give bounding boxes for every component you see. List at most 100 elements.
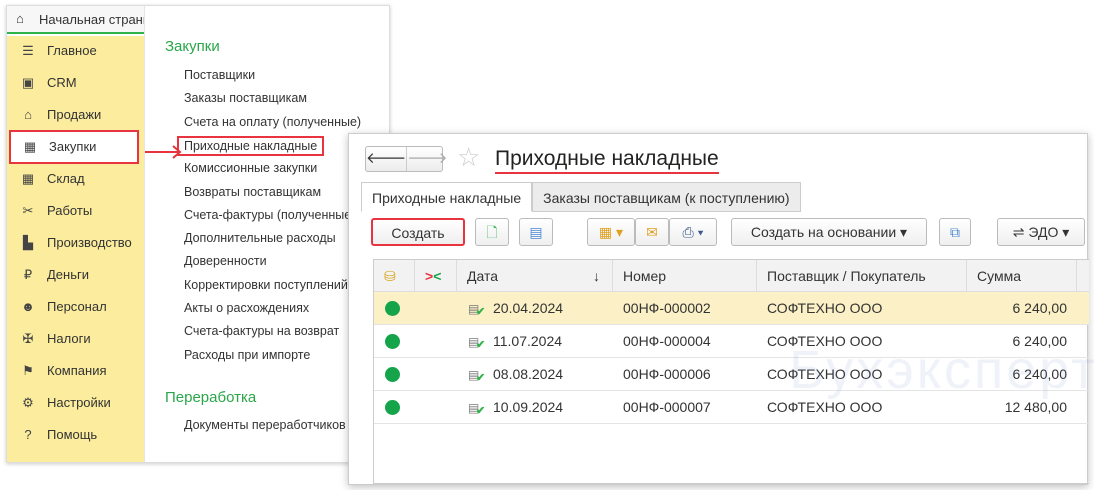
- sidebar: ☰ Главное ▣ CRM ⌂ Продажи ▦ Закупки ▦ Склад ✂ Работ…: [7, 36, 144, 462]
- menu-section-processing: Переработка: [165, 389, 257, 406]
- cell-partner: СОФТЕХНО ООО: [767, 399, 883, 415]
- column-partner[interactable]: Поставщик / Покупатель: [757, 260, 967, 291]
- sidebar-item-6[interactable]: ▙ Производство: [7, 228, 144, 260]
- menu-item[interactable]: Заказы поставщикам: [184, 91, 307, 105]
- sidebar-item-4[interactable]: ▦ Склад: [7, 164, 144, 196]
- create-button[interactable]: Создать: [371, 218, 465, 246]
- cell-date: 20.04.2024: [493, 300, 564, 316]
- exchange-icon[interactable]: ><: [415, 260, 457, 291]
- help-icon: ?: [24, 427, 32, 442]
- sidebar-item-3[interactable]: ▦ Закупки: [9, 130, 139, 164]
- basket-icon: ⌂: [24, 107, 32, 122]
- sidebar-item-8[interactable]: ☻ Персонал: [7, 292, 144, 324]
- history-nav: 🡐 🡒: [365, 146, 447, 172]
- sidebar-item-12[interactable]: ? Помощь: [7, 420, 144, 452]
- document-list-window: 🡐 🡒 ☆ Приходные накладные Приходные накла…: [348, 133, 1094, 485]
- tab-supplier-orders[interactable]: Заказы поставщикам (к поступлению): [532, 182, 801, 212]
- eagle-icon: ✠: [22, 331, 34, 346]
- status-posted-icon: [385, 400, 400, 415]
- edo-button[interactable]: ⇌ ЭДО ▾: [997, 218, 1085, 246]
- people-icon: ☻: [21, 299, 35, 314]
- table-row[interactable]: ▤ ✔ 10.09.2024 00НФ-000007 СОФТЕХНО ООО 1…: [374, 391, 1089, 424]
- tab-invoices[interactable]: Приходные накладные: [361, 182, 533, 212]
- cart-icon: ▦: [23, 139, 37, 154]
- document-posted-icon: ▤ ✔: [468, 335, 486, 351]
- menu-icon: ☰: [22, 43, 34, 58]
- home-icon: ⌂: [16, 11, 24, 26]
- sidebar-item-2[interactable]: ⌂ Продажи: [7, 100, 144, 132]
- documents-table: ⛁ >< Дата ↓ Номер Поставщик / Покупатель …: [373, 259, 1089, 484]
- table-row[interactable]: ▤ ✔ 11.07.2024 00НФ-000004 СОФТЕХНО ООО 6…: [374, 325, 1089, 358]
- sidebar-item-11[interactable]: ⚙ Настройки: [7, 388, 144, 420]
- status-posted-icon: [385, 334, 400, 349]
- menu-item[interactable]: Корректировки поступлений: [184, 278, 348, 292]
- coins-icon[interactable]: ⛁: [374, 260, 415, 291]
- print-dropdown-icon[interactable]: ⎙ ▾: [669, 218, 717, 246]
- ruble-icon: ₽: [23, 267, 33, 282]
- cell-number: 00НФ-000006: [623, 366, 711, 382]
- sidebar-item-1[interactable]: ▣ CRM: [7, 68, 144, 100]
- cell-number: 00НФ-000002: [623, 300, 711, 316]
- status-posted-icon: [385, 301, 400, 316]
- menu-item[interactable]: Приходные накладные: [177, 135, 325, 156]
- warehouse-icon: ▦: [21, 171, 35, 186]
- column-sum[interactable]: Сумма: [967, 260, 1077, 291]
- sidebar-item-9[interactable]: ✠ Налоги: [7, 324, 144, 356]
- document-posted-icon: ▤ ✔: [468, 401, 486, 417]
- cell-partner: СОФТЕХНО ООО: [767, 333, 883, 349]
- menu-item[interactable]: Поставщики: [184, 68, 255, 82]
- cell-date: 11.07.2024: [493, 333, 563, 349]
- tools-icon: ✂: [22, 203, 34, 218]
- add-document-icon[interactable]: 🗋: [475, 218, 509, 246]
- menu-item[interactable]: Счета на оплату (полученные): [184, 115, 361, 129]
- menu-item[interactable]: Расходы при импорте: [184, 348, 310, 362]
- status-posted-icon: [385, 367, 400, 382]
- sidebar-item-0[interactable]: ☰ Главное: [7, 36, 144, 68]
- table-header: ⛁ >< Дата ↓ Номер Поставщик / Покупатель …: [374, 260, 1089, 292]
- page-title: Приходные накладные: [495, 147, 719, 174]
- back-icon[interactable]: 🡐: [366, 147, 406, 171]
- flag-icon: ⚑: [22, 363, 34, 378]
- menu-item[interactable]: Акты о расхождениях: [184, 301, 309, 315]
- document-posted-icon: ▤ ✔: [468, 302, 486, 318]
- document-posted-icon: ▤ ✔: [468, 368, 486, 384]
- crm-card-icon: ▣: [21, 75, 35, 90]
- column-number[interactable]: Номер: [613, 260, 757, 291]
- cell-sum: 6 240,00: [1012, 333, 1068, 349]
- sidebar-item-10[interactable]: ⚑ Компания: [7, 356, 144, 388]
- create-based-on-button[interactable]: Создать на основании ▾: [731, 218, 927, 246]
- cell-number: 00НФ-000004: [623, 333, 711, 349]
- factory-icon: ▙: [23, 235, 33, 250]
- column-date[interactable]: Дата ↓: [457, 260, 613, 291]
- cell-partner: СОФТЕХНО ООО: [767, 300, 883, 316]
- toolbar: Создать 🗋 ▤ ▦ ▾ ✉ ⎙ ▾ Создать на основан…: [361, 218, 1087, 248]
- arrow-annotation: [145, 145, 182, 159]
- sidebar-item-5[interactable]: ✂ Работы: [7, 196, 144, 228]
- menu-item[interactable]: Комиссионные закупки: [184, 161, 317, 175]
- cell-date: 08.08.2024: [493, 366, 564, 382]
- menu-item[interactable]: Счета-фактуры (полученные): [184, 208, 355, 222]
- menu-item[interactable]: Счета-фактуры на возврат: [184, 324, 339, 338]
- table-row[interactable]: ▤ ✔ 08.08.2024 00НФ-000006 СОФТЕХНО ООО 6…: [374, 358, 1089, 391]
- sidebar-item-7[interactable]: ₽ Деньги: [7, 260, 144, 292]
- forward-icon[interactable]: 🡒: [406, 147, 447, 171]
- menu-section-purchases: Закупки: [165, 38, 220, 55]
- favorite-star-icon[interactable]: ☆: [457, 142, 480, 173]
- menu-item[interactable]: Дополнительные расходы: [184, 231, 336, 245]
- cell-number: 00НФ-000007: [623, 399, 711, 415]
- email-icon[interactable]: ✉: [635, 218, 669, 246]
- menu-item[interactable]: Возвраты поставщикам: [184, 185, 321, 199]
- report-dropdown-icon[interactable]: ▦ ▾: [587, 218, 635, 246]
- sort-desc-icon: ↓: [593, 268, 600, 284]
- sections-panel: ⌂Начальная страница ☰Главное▣CRM⌂Продажи…: [6, 5, 390, 463]
- cell-date: 10.09.2024: [493, 399, 564, 415]
- cell-sum: 12 480,00: [1004, 399, 1067, 415]
- menu-item[interactable]: Доверенности: [184, 254, 267, 268]
- structure-icon[interactable]: ⧉: [939, 218, 971, 246]
- add-from-list-icon[interactable]: ▤: [519, 218, 553, 246]
- menu-item[interactable]: Документы переработчиков: [184, 418, 346, 432]
- table-row[interactable]: ▤ ✔ 20.04.2024 00НФ-000002 СОФТЕХНО ООО 6…: [374, 292, 1089, 325]
- home-tab[interactable]: ⌂Начальная страница: [7, 6, 144, 34]
- cell-sum: 6 240,00: [1012, 366, 1068, 382]
- cell-sum: 6 240,00: [1012, 300, 1068, 316]
